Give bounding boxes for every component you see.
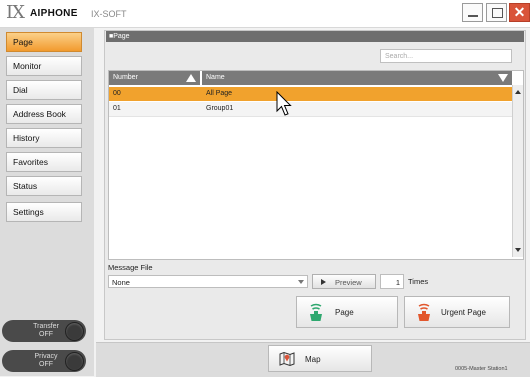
page-button-label: Page <box>335 308 354 317</box>
column-header-label: Number <box>113 74 138 81</box>
table-scrollbar[interactable] <box>512 85 523 257</box>
brand-name: AIPHONE <box>30 8 78 19</box>
close-icon: ✕ <box>513 4 526 20</box>
close-button[interactable]: ✕ <box>509 3 530 22</box>
title-bar: IX AIPHONE IX-SOFT ✕ <box>0 0 530 28</box>
toggle-knob-icon <box>65 322 84 341</box>
product-name: IX-SOFT <box>91 9 127 19</box>
sidebar-item-label: Dial <box>13 85 28 95</box>
preview-button[interactable]: Preview <box>312 274 376 289</box>
cell-number: 00 <box>113 90 121 97</box>
map-icon <box>279 351 295 367</box>
sidebar-item-label: Favorites <box>13 157 48 167</box>
map-button-label: Map <box>305 355 321 364</box>
privacy-label: Privacy <box>34 353 58 360</box>
message-file-value: None <box>112 278 130 287</box>
minimize-icon <box>468 15 478 17</box>
table-row[interactable]: 00 All Page <box>109 87 512 101</box>
play-icon <box>321 279 326 285</box>
transfer-toggle[interactable]: Transfer OFF <box>2 320 86 342</box>
privacy-state: OFF <box>39 361 53 368</box>
search-input[interactable]: Search... <box>380 49 512 63</box>
map-button[interactable]: Map <box>268 345 372 372</box>
sidebar-item-label: Status <box>13 181 38 191</box>
station-name: 0005-Master Station1 <box>455 366 508 372</box>
sidebar-item-monitor[interactable]: Monitor <box>6 56 82 76</box>
message-file-select[interactable]: None <box>108 275 308 288</box>
sidebar-item-favorites[interactable]: Favorites <box>6 152 82 172</box>
maximize-button[interactable] <box>486 3 507 22</box>
maximize-icon <box>492 8 503 18</box>
page-speaker-icon <box>310 303 322 321</box>
privacy-toggle[interactable]: Privacy OFF <box>2 350 86 372</box>
sidebar-item-page[interactable]: Page <box>6 32 82 52</box>
scroll-up-icon[interactable] <box>515 90 521 94</box>
transfer-state: OFF <box>39 331 53 338</box>
urgent-page-button-label: Urgent Page <box>441 308 486 317</box>
cell-name: All Page <box>206 90 233 97</box>
sidebar-item-history[interactable]: History <box>6 128 82 148</box>
sidebar-item-address-book[interactable]: Address Book <box>6 104 82 124</box>
sidebar-item-status[interactable]: Status <box>6 176 82 196</box>
sidebar-item-settings[interactable]: Settings <box>6 202 82 222</box>
sidebar-item-label: Page <box>13 37 33 47</box>
times-input[interactable]: 1 <box>380 274 404 289</box>
page-button[interactable]: Page <box>296 296 398 328</box>
column-header-name[interactable]: Name <box>202 71 512 85</box>
message-file-label: Message File <box>108 263 153 272</box>
toggle-knob-icon <box>65 352 84 371</box>
preview-label: Preview <box>335 278 362 287</box>
minimize-button[interactable] <box>462 3 483 22</box>
times-label: Times <box>408 277 429 286</box>
scroll-down-icon[interactable] <box>515 248 521 252</box>
sort-ascending-icon <box>186 74 196 82</box>
app-logo: IX <box>6 2 25 23</box>
sidebar-item-label: Monitor <box>13 61 42 71</box>
cell-number: 01 <box>113 105 121 112</box>
transfer-label: Transfer <box>33 323 59 330</box>
sort-descending-icon <box>498 74 508 82</box>
sidebar-item-dial[interactable]: Dial <box>6 80 82 100</box>
column-header-label: Name <box>206 74 225 81</box>
column-header-number[interactable]: Number <box>109 71 200 85</box>
section-title: ■Page <box>106 31 524 42</box>
page-group-table: Number Name 00 All Page 01 Group01 <box>108 70 524 260</box>
cell-name: Group01 <box>206 105 234 112</box>
sidebar-item-label: Settings <box>13 207 44 217</box>
chevron-down-icon <box>298 280 304 284</box>
urgent-speaker-icon <box>418 303 430 321</box>
table-row[interactable]: 01 Group01 <box>109 102 512 117</box>
sidebar-item-label: Address Book <box>13 109 66 119</box>
sidebar-item-label: History <box>13 133 40 143</box>
mouse-pointer-icon <box>276 91 292 116</box>
urgent-page-button[interactable]: Urgent Page <box>404 296 510 328</box>
